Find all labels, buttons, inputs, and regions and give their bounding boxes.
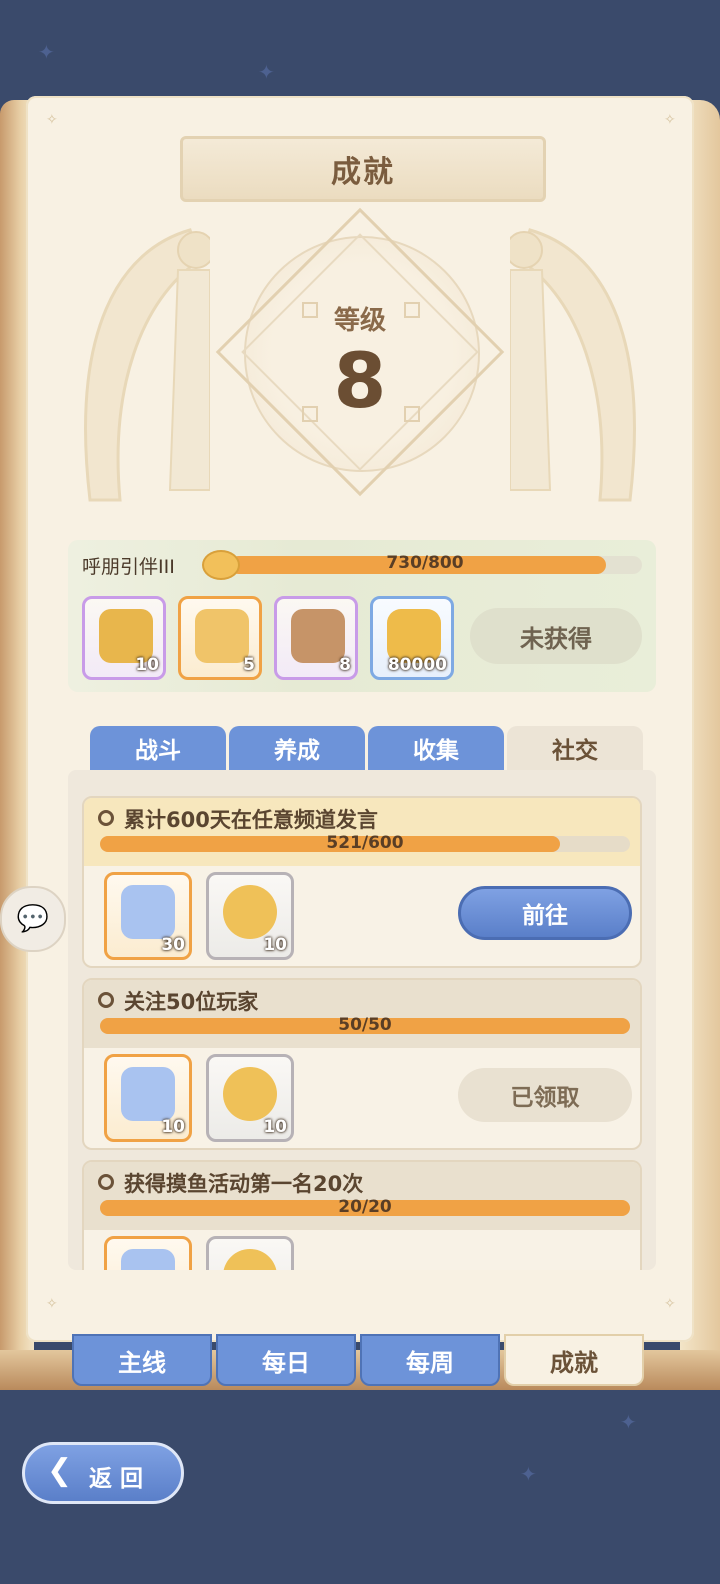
task-progress-text: 521/600 [326, 833, 404, 853]
reward-count: 10 [135, 655, 159, 675]
star-decor-icon: ✦ [38, 40, 55, 64]
crystal-star-icon [121, 1067, 175, 1121]
reward-count: 5 [243, 655, 255, 675]
level-label: 等级 [333, 306, 386, 336]
claimed-button[interactable]: 已领取 [458, 1068, 632, 1122]
tab-main[interactable]: 主线 [72, 1334, 212, 1386]
task-reward-item[interactable]: 30 [104, 872, 192, 960]
task-reward-item[interactable]: 10 [104, 1054, 192, 1142]
angel-statue-right [510, 228, 636, 502]
star-decor-icon: ✦ [520, 1462, 537, 1486]
rank-reward-item[interactable]: 8 [274, 596, 358, 680]
tab-social[interactable]: 社交 [507, 726, 643, 770]
crystal-star-icon [121, 1249, 175, 1270]
friend-medal-icon [223, 1067, 277, 1121]
lyre-icon [195, 609, 249, 663]
bullet-icon [98, 992, 114, 1008]
tab-collection[interactable]: 收集 [368, 726, 504, 770]
task-card: 获得摸鱼活动第一名20次 20/20 [82, 1160, 642, 1270]
book-icon [291, 609, 345, 663]
task-title: 获得摸鱼活动第一名20次 [124, 1172, 364, 1196]
task-card: 关注50位玩家 50/50 10 10 已领取 [82, 978, 642, 1150]
reward-count: 10 [263, 935, 287, 955]
rank-reward-item[interactable]: 80000 [370, 596, 454, 680]
friend-medal-icon [223, 885, 277, 939]
rank-status-button[interactable]: 未获得 [470, 608, 642, 664]
tab-achievement[interactable]: 成就 [504, 1334, 644, 1386]
friend-medal-icon [223, 1249, 277, 1270]
task-reward-item[interactable]: 10 [206, 872, 294, 960]
task-reward-item[interactable] [104, 1236, 192, 1270]
star-decor-icon: ✦ [620, 1410, 637, 1434]
tab-daily[interactable]: 每日 [216, 1334, 356, 1386]
back-label: 返回 [89, 1466, 151, 1492]
star-decor-icon: ✦ [258, 60, 275, 84]
level-value: 8 [333, 336, 387, 425]
reward-count: 10 [161, 1117, 185, 1137]
task-reward-item[interactable]: 10 [206, 1054, 294, 1142]
task-card: 累计600天在任意频道发言 521/600 30 10 前往 [82, 796, 642, 968]
task-title: 关注50位玩家 [124, 990, 259, 1014]
task-progress-text: 50/50 [338, 1015, 392, 1035]
bullet-icon [98, 810, 114, 826]
reward-count: 8 [339, 655, 351, 675]
tab-weekly[interactable]: 每周 [360, 1334, 500, 1386]
back-arrow-icon: ❮ [47, 1453, 73, 1488]
angel-statue-left [84, 228, 210, 502]
corner-ornament-icon: ✧ [46, 112, 58, 128]
task-progress-text: 20/20 [338, 1197, 392, 1217]
page-title: 成就 [180, 136, 546, 202]
rank-progress-text: 730/800 [386, 553, 464, 573]
rank-reward-item[interactable]: 10 [82, 596, 166, 680]
corner-ornament-icon: ✧ [664, 112, 676, 128]
reward-count: 10 [263, 1117, 287, 1137]
chat-icon[interactable]: 💬 [0, 886, 66, 952]
reward-count: 30 [161, 935, 185, 955]
bullet-icon [98, 1174, 114, 1190]
corner-ornament-icon: ✧ [664, 1296, 676, 1312]
reward-count: 80000 [387, 655, 447, 675]
tab-cultivation[interactable]: 养成 [229, 726, 365, 770]
rank-reward-item[interactable]: 5 [178, 596, 262, 680]
tab-combat[interactable]: 战斗 [90, 726, 226, 770]
corner-ornament-icon: ✧ [46, 1296, 58, 1312]
task-title: 累计600天在任意频道发言 [124, 808, 378, 832]
back-button[interactable]: ❮ 返回 [22, 1442, 184, 1504]
task-list[interactable]: 累计600天在任意频道发言 521/600 30 10 前往 关注50位玩家 5… [68, 770, 656, 1270]
rank-name: 呼朋引伴III [82, 556, 175, 578]
crystal-star-icon [121, 885, 175, 939]
go-button[interactable]: 前往 [458, 886, 632, 940]
task-reward-item[interactable] [206, 1236, 294, 1270]
